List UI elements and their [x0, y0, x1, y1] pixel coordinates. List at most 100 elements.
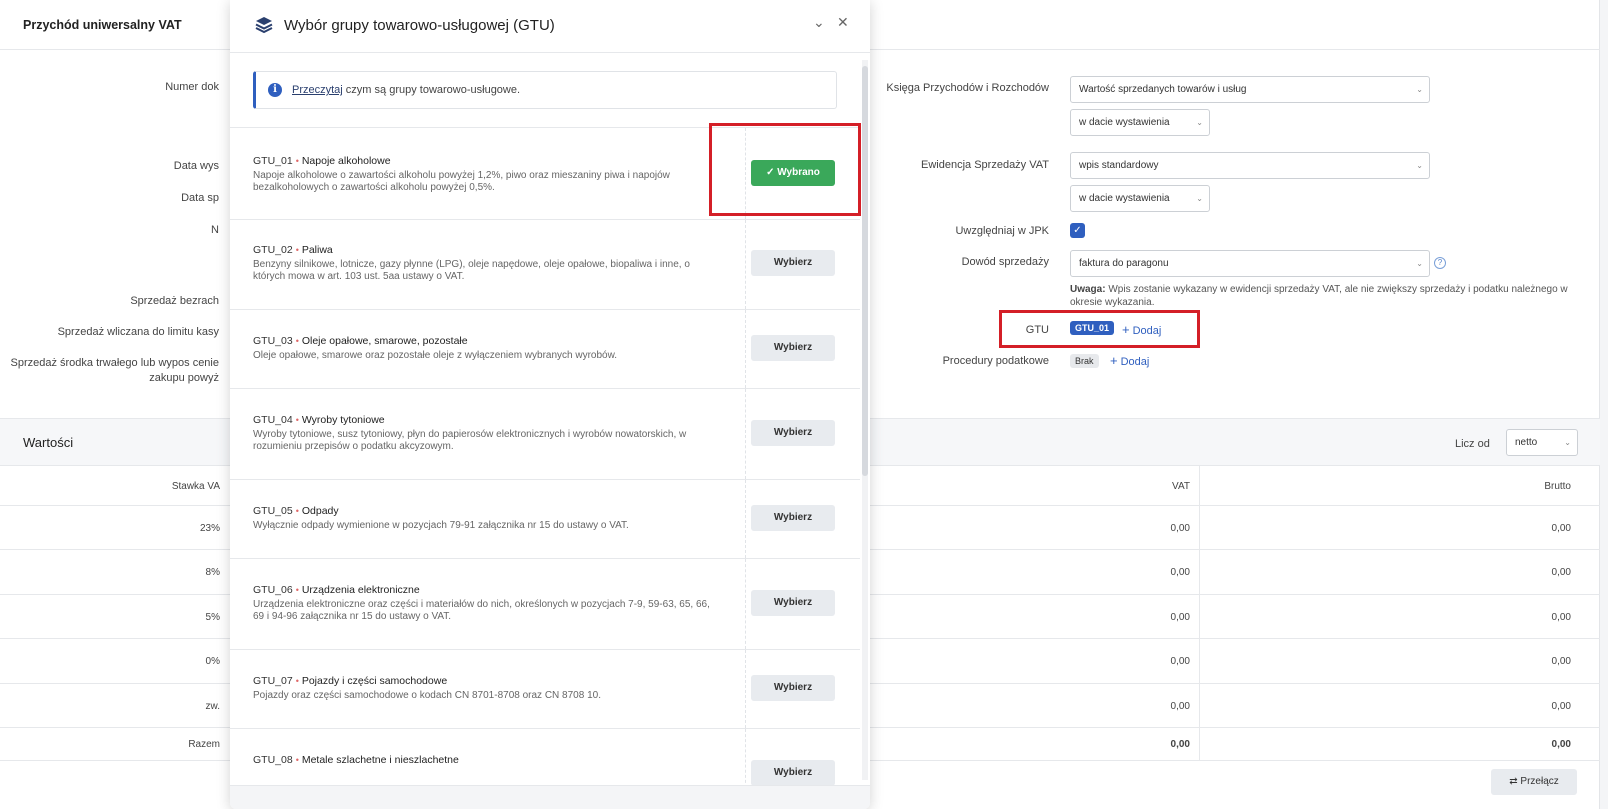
gtu-code: GTU_02 — [253, 244, 293, 256]
total-label: Razem — [188, 739, 220, 750]
gtu-item-title: GTU_08 • Metale szlachetne i nieszlachetne — [253, 754, 459, 766]
info-read-link[interactable]: Przeczytaj — [292, 84, 343, 96]
selected-highlight-box — [709, 123, 861, 216]
gtu-desc: Napoje alkoholowe o zawartości alkoholu … — [253, 170, 670, 193]
header-stawka: Stawka VA — [171, 481, 220, 492]
jpk-label: Uwzględniaj w JPK — [955, 225, 1049, 237]
jpk-checkbox[interactable]: ✓ — [1070, 223, 1085, 238]
gtu-code: GTU_08 — [253, 754, 293, 766]
procedury-label: Procedury podatkowe — [942, 355, 1049, 367]
procedury-add-link[interactable]: + Dodaj — [1110, 353, 1149, 368]
gtu-name: Metale szlachetne i nieszlachetne — [301, 754, 459, 766]
modal-header: Wybór grupy towarowo-usługowej (GTU) ⌄ ✕ — [230, 0, 870, 53]
total-brutto: 0,00 — [1551, 739, 1571, 750]
gtu-highlight-box — [999, 310, 1200, 348]
item-divider — [745, 220, 746, 309]
brutto-cell[interactable]: 0,00 — [1552, 701, 1571, 712]
chevron-down-icon: ⌄ — [1416, 259, 1423, 268]
select-button[interactable]: Wybierz — [751, 335, 835, 361]
page-title: Przychód uniwersalny VAT — [23, 18, 182, 32]
item-divider — [745, 310, 746, 388]
select-button[interactable]: Wybierz — [751, 675, 835, 701]
brutto-cell[interactable]: 0,00 — [1552, 523, 1571, 534]
gtu-item-title: GTU_03 • Oleje opałowe, smarowe, pozostałe — [253, 335, 468, 347]
info-box: i Przeczytaj czym są grupy towarowo-usłu… — [253, 71, 837, 109]
gtu-code: GTU_07 — [253, 675, 293, 687]
field-label-srodek-trwaly: Sprzedaż środka trwałego lub wypos cenie… — [10, 357, 219, 384]
note-prefix: Uwaga: — [1070, 284, 1106, 295]
gtu-item-title: GTU_07 • Pojazdy i części samochodowe — [253, 675, 448, 687]
gtu-desc: Wyroby tytoniowe, susz tytoniowy, płyn d… — [253, 429, 687, 452]
values-title: Wartości — [23, 435, 74, 450]
rate-cell: 8% — [205, 567, 220, 578]
select-button[interactable]: Wybierz — [751, 505, 835, 531]
layers-icon — [255, 17, 273, 34]
chevron-down-icon: ⌄ — [1564, 438, 1571, 447]
kpir-select[interactable]: Wartość sprzedanych towarów i usług ⌄ — [1070, 76, 1430, 103]
rate-cell: zw. — [205, 701, 220, 712]
close-icon[interactable]: ✕ — [837, 14, 849, 31]
ewidencja-select[interactable]: wpis standardowy ⌄ — [1070, 152, 1430, 179]
licz-od-label: Licz od — [1455, 438, 1490, 450]
gtu-name: Napoje alkoholowe — [301, 155, 391, 167]
toggle-button[interactable]: ⇄ Przełącz — [1491, 769, 1577, 795]
vat-cell[interactable]: 0,00 — [1171, 567, 1190, 578]
column-divider — [1199, 466, 1200, 761]
licz-od-select[interactable]: netto ⌄ — [1506, 429, 1578, 456]
item-divider — [745, 559, 746, 649]
gtu-name: Wyroby tytoniowe — [301, 414, 385, 426]
scroll-thumb[interactable] — [862, 66, 868, 476]
select-button[interactable]: Wybierz — [751, 420, 835, 446]
rate-cell: 23% — [199, 523, 220, 534]
gtu-code: GTU_01 — [253, 155, 293, 167]
ewidencja-select-value: wpis standardowy — [1079, 160, 1159, 171]
help-icon[interactable]: ? — [1434, 257, 1446, 269]
gtu-name: Paliwa — [301, 244, 333, 256]
gtu-code: GTU_05 — [253, 505, 293, 517]
brutto-cell[interactable]: 0,00 — [1552, 567, 1571, 578]
list-item: GTU_08 • Metale szlachetne i nieszlachetne… — [230, 728, 860, 788]
field-label-numer: Numer dok — [165, 81, 219, 93]
plus-icon: + — [1110, 353, 1118, 368]
gtu-item-title: GTU_02 • Paliwa — [253, 244, 333, 256]
select-button[interactable]: Wybierz — [751, 250, 835, 276]
dowod-select-value: faktura do paragonu — [1079, 258, 1169, 269]
gtu-name: Oleje opałowe, smarowe, pozostałe — [301, 335, 468, 347]
brutto-cell[interactable]: 0,00 — [1552, 656, 1571, 667]
header-vat: VAT — [1172, 481, 1190, 492]
gtu-item-title: GTU_06 • Urządzenia elektroniczne — [253, 584, 420, 596]
list-item: GTU_03 • Oleje opałowe, smarowe, pozostałe… — [230, 309, 860, 388]
field-label-n: N — [211, 224, 219, 236]
total-vat: 0,00 — [1170, 739, 1190, 750]
collapse-icon[interactable]: ⌄ — [813, 14, 825, 31]
vat-cell[interactable]: 0,00 — [1171, 612, 1190, 623]
procedury-add-label: Dodaj — [1120, 356, 1150, 368]
info-description: czym są grupy towarowo-usługowe. — [342, 84, 521, 96]
rate-cell: 0% — [205, 656, 220, 667]
swap-icon: ⇄ — [1509, 776, 1518, 787]
gtu-code: GTU_03 — [253, 335, 293, 347]
gtu-desc: Pojazdy oraz części samochodowe o kodach… — [253, 690, 601, 701]
modal-scrollbar[interactable] — [862, 60, 868, 780]
vat-cell[interactable]: 0,00 — [1171, 656, 1190, 667]
modal-footer — [230, 785, 870, 809]
select-button[interactable]: Wybierz — [751, 590, 835, 616]
brutto-cell[interactable]: 0,00 — [1552, 612, 1571, 623]
vat-cell[interactable]: 0,00 — [1171, 701, 1190, 712]
field-label-data-sprzedazy: Data sp — [181, 192, 219, 204]
modal-title: Wybór grupy towarowo-usługowej (GTU) — [284, 17, 555, 34]
field-label-limit-kasy: Sprzedaż wliczana do limitu kasy — [57, 326, 219, 338]
ewidencja-label: Ewidencja Sprzedaży VAT — [921, 159, 1049, 171]
gtu-item-title: GTU_04 • Wyroby tytoniowe — [253, 414, 385, 426]
item-divider — [745, 729, 746, 788]
select-button[interactable]: Wybierz — [751, 760, 835, 786]
vat-cell[interactable]: 0,00 — [1171, 523, 1190, 534]
list-item: GTU_02 • Paliwa Benzyny silnikowe, lotnicz… — [230, 219, 860, 309]
kpir-date-select[interactable]: w dacie wystawienia ⌄ — [1070, 109, 1210, 136]
ewidencja-date-select[interactable]: w dacie wystawienia ⌄ — [1070, 185, 1210, 212]
list-item: GTU_05 • Odpady Wyłącznie odpady wymienion… — [230, 479, 860, 558]
chevron-down-icon: ⌄ — [1416, 85, 1423, 94]
chevron-down-icon: ⌄ — [1196, 118, 1203, 127]
rate-cell: 5% — [205, 612, 220, 623]
dowod-select[interactable]: faktura do paragonu ⌄ — [1070, 250, 1430, 277]
